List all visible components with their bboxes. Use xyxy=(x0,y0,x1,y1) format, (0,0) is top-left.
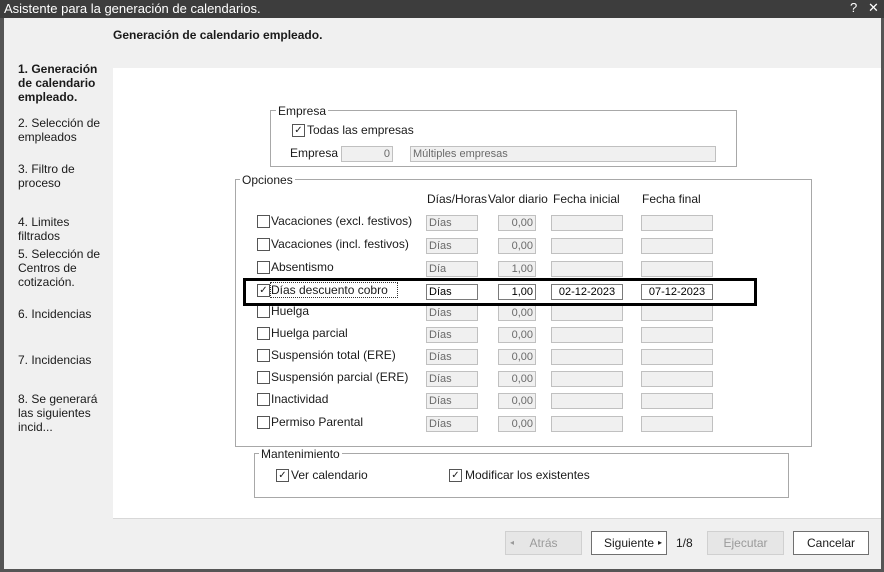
fecha-final-field[interactable] xyxy=(641,371,713,387)
check-icon: ✓ xyxy=(451,470,460,481)
todas-empresas-checkbox[interactable]: ✓ xyxy=(292,124,305,137)
fecha-inicial-field[interactable] xyxy=(551,261,623,277)
option-label: Suspensión total (ERE) xyxy=(271,348,396,362)
option-checkbox[interactable] xyxy=(257,305,270,318)
option-label: Vacaciones (excl. festivos) xyxy=(271,214,413,228)
todas-empresas-label: Todas las empresas xyxy=(307,123,414,137)
step-4[interactable]: 4. Limites filtrados xyxy=(18,215,112,243)
footer-divider xyxy=(113,518,881,519)
option-label: Huelga xyxy=(271,304,310,318)
fecha-final-field[interactable] xyxy=(641,349,713,365)
valor-diario-field[interactable]: 1,00 xyxy=(498,261,536,277)
col-fecha-final: Fecha final xyxy=(642,192,701,206)
unit-field[interactable]: Días xyxy=(426,327,478,343)
modificar-checkbox[interactable]: ✓ xyxy=(449,469,462,482)
empresa-code-field[interactable]: 0 xyxy=(341,146,393,162)
fecha-final-field[interactable] xyxy=(641,416,713,432)
option-checkbox[interactable] xyxy=(257,238,270,251)
page-counter: 1/8 xyxy=(676,536,693,550)
valor-diario-field[interactable]: 0,00 xyxy=(498,238,536,254)
page-title: Generación de calendario empleado. xyxy=(113,28,323,42)
unit-field[interactable]: Días xyxy=(426,393,478,409)
valor-diario-field[interactable]: 0,00 xyxy=(498,416,536,432)
option-label: Vacaciones (incl. festivos) xyxy=(271,237,409,251)
fecha-final-field[interactable] xyxy=(641,215,713,231)
unit-field[interactable]: Días xyxy=(426,371,478,387)
fecha-final-field[interactable] xyxy=(641,238,713,254)
step-2[interactable]: 2. Selección de empleados xyxy=(18,116,112,144)
step-3[interactable]: 3. Filtro de proceso xyxy=(18,162,112,190)
empresa-field-label: Empresa xyxy=(290,146,339,160)
atras-label: Atrás xyxy=(529,536,558,550)
col-valor-diario: Valor diario xyxy=(488,192,548,206)
highlight-box xyxy=(243,278,757,306)
fecha-inicial-field[interactable] xyxy=(551,215,623,231)
col-dias-horas: Días/Horas xyxy=(427,192,488,206)
cancelar-button[interactable]: Cancelar xyxy=(793,531,869,555)
option-label: Permiso Parental xyxy=(271,415,364,429)
chevron-left-icon: ◂ xyxy=(510,538,515,547)
step-7[interactable]: 7. Incidencias xyxy=(18,353,112,367)
opciones-legend: Opciones xyxy=(240,173,295,187)
step-5[interactable]: 5. Selección de Centros de cotización. xyxy=(18,247,112,289)
option-checkbox[interactable] xyxy=(257,393,270,406)
help-icon[interactable]: ? xyxy=(850,0,857,15)
unit-field[interactable]: Días xyxy=(426,305,478,321)
fecha-inicial-field[interactable] xyxy=(551,371,623,387)
option-checkbox[interactable] xyxy=(257,215,270,228)
title-bar: Asistente para la generación de calendar… xyxy=(0,0,884,18)
unit-field[interactable]: Días xyxy=(426,238,478,254)
step-8[interactable]: 8. Se generará las siguientes incid... xyxy=(18,392,112,434)
unit-field[interactable]: Días xyxy=(426,349,478,365)
option-label: Suspensión parcial (ERE) xyxy=(271,370,409,384)
option-label: Inactividad xyxy=(271,392,329,406)
option-checkbox[interactable] xyxy=(257,261,270,274)
chevron-right-icon: ▸ xyxy=(657,538,662,547)
ver-calendario-checkbox[interactable]: ✓ xyxy=(276,469,289,482)
valor-diario-field[interactable]: 0,00 xyxy=(498,305,536,321)
option-checkbox[interactable] xyxy=(257,371,270,384)
siguiente-label: Siguiente xyxy=(603,536,655,550)
atras-button[interactable]: ◂ Atrás xyxy=(505,531,582,555)
modificar-label: Modificar los existentes xyxy=(465,468,590,482)
fecha-inicial-field[interactable] xyxy=(551,327,623,343)
ejecutar-button[interactable]: Ejecutar xyxy=(707,531,784,555)
check-icon: ✓ xyxy=(294,125,303,136)
option-checkbox[interactable] xyxy=(257,349,270,362)
check-icon: ✓ xyxy=(278,470,287,481)
fecha-final-field[interactable] xyxy=(641,305,713,321)
option-label: Huelga parcial xyxy=(271,326,348,340)
option-checkbox[interactable] xyxy=(257,416,270,429)
empresa-name-field[interactable]: Múltiples empresas xyxy=(410,146,716,162)
ver-calendario-label: Ver calendario xyxy=(291,468,368,482)
valor-diario-field[interactable]: 0,00 xyxy=(498,349,536,365)
valor-diario-field[interactable]: 0,00 xyxy=(498,393,536,409)
valor-diario-field[interactable]: 0,00 xyxy=(498,371,536,387)
step-1[interactable]: 1. Generación de calendario empleado. xyxy=(18,62,112,104)
fecha-inicial-field[interactable] xyxy=(551,349,623,365)
fecha-inicial-field[interactable] xyxy=(551,238,623,254)
siguiente-button[interactable]: Siguiente ▸ xyxy=(591,531,667,555)
option-checkbox[interactable] xyxy=(257,327,270,340)
window-title: Asistente para la generación de calendar… xyxy=(4,1,261,16)
valor-diario-field[interactable]: 0,00 xyxy=(498,215,536,231)
unit-field[interactable]: Día xyxy=(426,261,478,277)
unit-field[interactable]: Días xyxy=(426,215,478,231)
fecha-final-field[interactable] xyxy=(641,327,713,343)
empresa-legend: Empresa xyxy=(276,104,329,118)
fecha-inicial-field[interactable] xyxy=(551,305,623,321)
fecha-final-field[interactable] xyxy=(641,261,713,277)
col-fecha-inicial: Fecha inicial xyxy=(553,192,620,206)
mantenimiento-legend: Mantenimiento xyxy=(259,447,342,461)
valor-diario-field[interactable]: 0,00 xyxy=(498,327,536,343)
fecha-final-field[interactable] xyxy=(641,393,713,409)
close-icon[interactable]: ✕ xyxy=(868,0,879,16)
option-label: Absentismo xyxy=(271,260,334,274)
fecha-inicial-field[interactable] xyxy=(551,416,623,432)
step-6[interactable]: 6. Incidencias xyxy=(18,307,112,321)
unit-field[interactable]: Días xyxy=(426,416,478,432)
fecha-inicial-field[interactable] xyxy=(551,393,623,409)
